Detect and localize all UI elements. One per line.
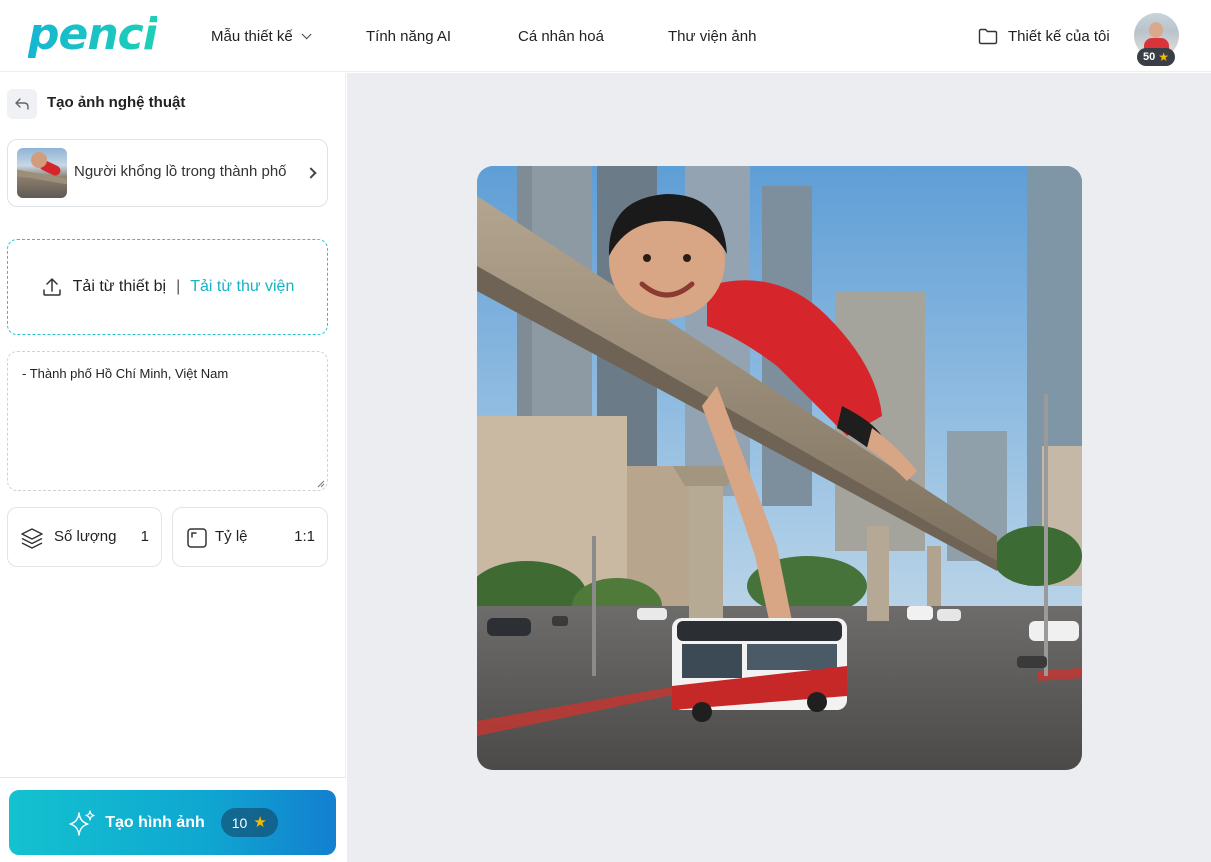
upload-dropzone[interactable]: Tải từ thiết bị | Tải từ thư viện [7, 239, 328, 335]
prompt-textarea[interactable]: - Thành phố Hồ Chí Minh, Việt Nam [7, 351, 328, 491]
ratio-value: 1:1 [294, 528, 315, 545]
nav-image-library-label: Thư viện ảnh [668, 27, 757, 45]
back-button[interactable] [7, 89, 37, 119]
ratio-label: Tỷ lệ [215, 528, 248, 545]
generated-image-preview[interactable] [477, 166, 1082, 770]
nav-templates[interactable]: Mẫu thiết kế [211, 0, 312, 72]
folder-icon [978, 28, 998, 44]
canvas-area [347, 73, 1211, 862]
resize-handle-icon[interactable] [316, 479, 325, 488]
back-arrow-icon [15, 98, 29, 110]
top-header: penci Mẫu thiết kế Tính năng AI Cá nhân … [0, 0, 1211, 72]
star-icon: ★ [1158, 50, 1170, 64]
nav-personalize-label: Cá nhân hoá [518, 27, 604, 45]
upload-icon [42, 278, 61, 296]
template-thumbnail [17, 148, 67, 198]
quantity-value: 1 [140, 528, 149, 545]
nav-personalize[interactable]: Cá nhân hoá [518, 0, 604, 72]
nav-templates-label: Mẫu thiết kế [211, 27, 293, 45]
template-selector[interactable]: Người khổng lồ trong thành phố [7, 139, 328, 207]
sidebar-footer: Tạo hình ảnh 10 ★ [0, 777, 346, 862]
chevron-down-icon [301, 28, 312, 39]
credit-count: 50 [1143, 51, 1156, 63]
generate-image-button[interactable]: Tạo hình ảnh 10 ★ [9, 790, 336, 855]
upload-from-library[interactable]: Tải từ thư viện [190, 278, 294, 296]
sidebar: Tạo ảnh nghệ thuật Người khổng lồ trong … [0, 73, 346, 862]
template-name: Người khổng lồ trong thành phố [74, 163, 287, 180]
my-designs-label: Thiết kế của tôi [1008, 27, 1110, 45]
layers-icon [21, 528, 43, 549]
sidebar-title: Tạo ảnh nghệ thuật [47, 94, 186, 111]
star-icon: ★ [253, 813, 267, 831]
aspect-ratio-icon [187, 528, 207, 548]
chevron-right-icon [305, 167, 317, 179]
upload-from-device[interactable]: Tải từ thiết bị [73, 278, 166, 296]
nav-image-library[interactable]: Thư viện ảnh [668, 0, 756, 72]
upload-separator: | [176, 278, 181, 295]
nav-ai-features-label: Tính năng AI [366, 27, 452, 45]
nav-ai-features[interactable]: Tính năng AI [366, 0, 451, 72]
penci-logo[interactable]: penci [28, 10, 158, 60]
sparkle-icon [69, 809, 95, 836]
my-designs-link[interactable]: Thiết kế của tôi [978, 0, 1110, 72]
ratio-selector[interactable]: Tỷ lệ 1:1 [172, 507, 328, 567]
quantity-selector[interactable]: Số lượng 1 [7, 507, 162, 567]
generate-cost-badge: 10 ★ [220, 808, 278, 837]
generate-cost: 10 [231, 814, 248, 831]
generate-label: Tạo hình ảnh [105, 813, 205, 831]
credit-badge: 50 ★ [1137, 48, 1176, 66]
quantity-label: Số lượng [54, 528, 117, 545]
